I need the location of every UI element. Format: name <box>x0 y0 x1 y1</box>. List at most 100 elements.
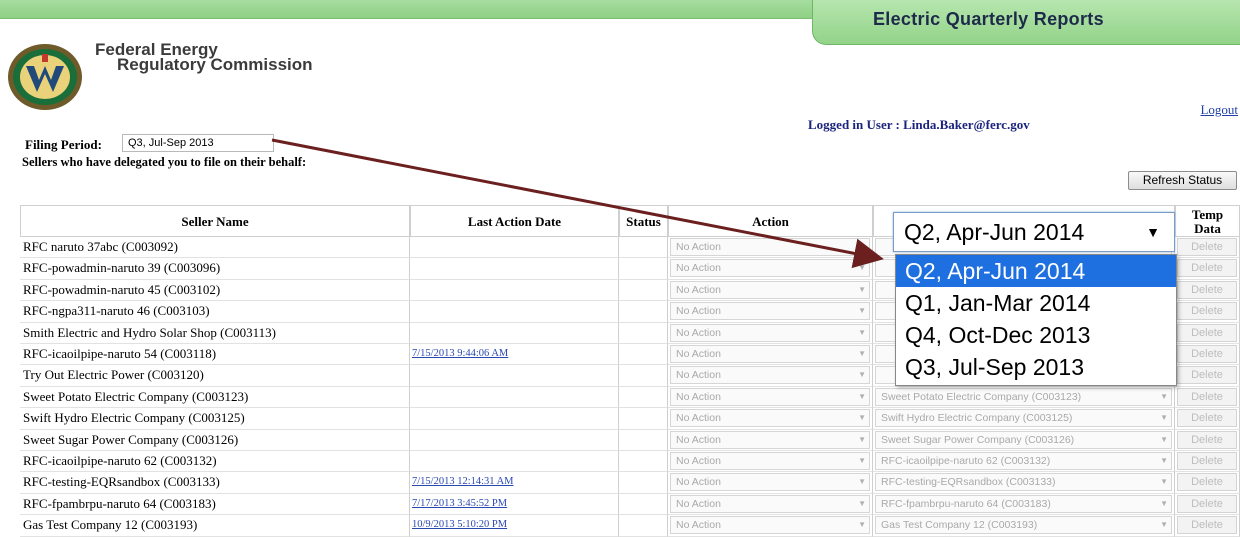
delete-cell: Delete <box>1175 237 1240 259</box>
seller-select[interactable]: Sweet Sugar Power Company (C003126) ▼ <box>875 430 1172 449</box>
period-option[interactable]: Q1, Jan-Mar 2014 <box>896 287 1176 319</box>
seller-select-value: RFC-icaoilpipe-naruto 62 (C003132) <box>881 455 1051 467</box>
chevron-down-icon: ▼ <box>1160 520 1168 530</box>
action-select[interactable]: No Action ▼ <box>670 409 870 428</box>
chevron-down-icon: ▼ <box>1160 391 1168 401</box>
col-header-data: Data <box>1194 221 1221 236</box>
app-title: Electric Quarterly Reports <box>873 9 1104 29</box>
action-select-value: No Action <box>676 497 721 510</box>
refresh-status-button[interactable]: Refresh Status <box>1128 171 1237 190</box>
seller-select[interactable]: Sweet Potato Electric Company (C003123) ▼ <box>875 387 1172 406</box>
last-action-date[interactable] <box>410 279 619 302</box>
seller-select-value: Sweet Sugar Power Company (C003126) <box>881 433 1075 446</box>
chevron-down-icon: ▼ <box>858 327 866 337</box>
seller-select-cell: RFC-testing-EQRsandbox (C003133) ▼ <box>873 472 1175 494</box>
last-action-date[interactable] <box>410 322 619 344</box>
action-select[interactable]: No Action ▼ <box>670 516 870 535</box>
delete-button[interactable]: Delete <box>1177 516 1237 535</box>
delete-button[interactable]: Delete <box>1177 323 1237 342</box>
action-select-value: No Action <box>676 519 721 532</box>
delete-button[interactable]: Delete <box>1177 430 1237 449</box>
status-cell <box>619 279 668 302</box>
seller-select[interactable]: RFC-fpambrpu-naruto 64 (C003183) ▼ <box>875 494 1172 513</box>
delete-button[interactable]: Delete <box>1177 280 1237 299</box>
last-action-date[interactable] <box>410 237 619 259</box>
seller-select[interactable]: RFC-testing-EQRsandbox (C003133) ▼ <box>875 473 1172 492</box>
delete-button[interactable]: Delete <box>1177 259 1237 278</box>
action-select[interactable]: No Action ▼ <box>670 259 870 278</box>
action-select[interactable]: No Action ▼ <box>670 430 870 449</box>
seller-select-cell: RFC-fpambrpu-naruto 64 (C003183) ▼ <box>873 493 1175 516</box>
seller-name: RFC-testing-EQRsandbox (C003133) <box>20 472 410 494</box>
delete-cell: Delete <box>1175 429 1240 451</box>
col-header-date: Last Action Date <box>410 205 619 237</box>
last-action-date[interactable] <box>410 365 619 387</box>
chevron-down-icon: ▼ <box>1160 477 1168 487</box>
delete-button[interactable]: Delete <box>1177 387 1237 406</box>
logout-link[interactable]: Logout <box>1200 102 1238 118</box>
table-row: Gas Test Company 12 (C003193) 10/9/2013 5… <box>20 515 1240 537</box>
seller-name: Sweet Sugar Power Company (C003126) <box>20 429 410 451</box>
logged-user-label: Logged in User : <box>808 117 900 132</box>
action-cell: No Action ▼ <box>668 258 873 280</box>
last-action-date[interactable] <box>410 408 619 430</box>
period-option[interactable]: Q2, Apr-Jun 2014 <box>896 255 1176 287</box>
header-bar <box>0 0 820 19</box>
last-action-date[interactable]: 7/15/2013 9:44:06 AM <box>410 344 619 366</box>
period-option[interactable]: Q4, Oct-Dec 2013 <box>896 319 1176 351</box>
period-dropdown[interactable]: Q2, Apr-Jun 2014 ▼ <box>893 212 1175 252</box>
delete-cell: Delete <box>1175 279 1240 302</box>
delete-button[interactable]: Delete <box>1177 302 1237 321</box>
seller-name: RFC-icaoilpipe-naruto 62 (C003132) <box>20 451 410 473</box>
last-action-date[interactable] <box>410 301 619 323</box>
action-select[interactable]: No Action ▼ <box>670 452 870 470</box>
delete-button[interactable]: Delete <box>1177 452 1237 470</box>
last-action-date[interactable] <box>410 451 619 473</box>
seller-name: RFC-powadmin-naruto 39 (C003096) <box>20 258 410 280</box>
action-select-value: No Action <box>676 262 721 275</box>
action-select[interactable]: No Action ▼ <box>670 238 870 256</box>
last-action-date[interactable] <box>410 258 619 280</box>
delete-button[interactable]: Delete <box>1177 345 1237 363</box>
action-select[interactable]: No Action ▼ <box>670 494 870 513</box>
action-select[interactable]: No Action ▼ <box>670 387 870 406</box>
filing-period-select[interactable]: Q3, Jul-Sep 2013 <box>122 134 274 152</box>
last-action-date[interactable]: 7/17/2013 3:45:52 PM <box>410 493 619 516</box>
action-select[interactable]: No Action ▼ <box>670 323 870 342</box>
seller-select-value: Sweet Potato Electric Company (C003123) <box>881 390 1082 403</box>
status-cell <box>619 301 668 323</box>
action-select[interactable]: No Action ▼ <box>670 366 870 385</box>
delete-cell: Delete <box>1175 258 1240 280</box>
action-select[interactable]: No Action ▼ <box>670 345 870 363</box>
seller-select-cell: Gas Test Company 12 (C003193) ▼ <box>873 515 1175 537</box>
period-option[interactable]: Q3, Jul-Sep 2013 <box>896 351 1176 383</box>
seller-select[interactable]: RFC-icaoilpipe-naruto 62 (C003132) ▼ <box>875 452 1172 470</box>
chevron-down-icon: ▼ <box>858 306 866 316</box>
delete-button[interactable]: Delete <box>1177 494 1237 513</box>
chevron-down-icon: ▼ <box>858 477 866 487</box>
seller-name: RFC-fpambrpu-naruto 64 (C003183) <box>20 493 410 516</box>
last-action-date[interactable]: 7/15/2013 12:14:31 AM <box>410 472 619 494</box>
action-select[interactable]: No Action ▼ <box>670 302 870 321</box>
seller-select[interactable]: Swift Hydro Electric Company (C003125) ▼ <box>875 409 1172 428</box>
action-select-value: No Action <box>676 476 721 489</box>
last-action-date[interactable] <box>410 386 619 409</box>
chevron-down-icon: ▼ <box>858 498 866 508</box>
action-select[interactable]: No Action ▼ <box>670 473 870 492</box>
seller-name: Sweet Potato Electric Company (C003123) <box>20 386 410 409</box>
last-action-date[interactable]: 10/9/2013 5:10:20 PM <box>410 515 619 537</box>
action-select[interactable]: No Action ▼ <box>670 280 870 299</box>
delete-button[interactable]: Delete <box>1177 238 1237 256</box>
seller-name: RFC naruto 37abc (C003092) <box>20 237 410 259</box>
delete-button[interactable]: Delete <box>1177 366 1237 385</box>
delete-cell: Delete <box>1175 386 1240 409</box>
seller-select[interactable]: Gas Test Company 12 (C003193) ▼ <box>875 516 1172 535</box>
action-cell: No Action ▼ <box>668 408 873 430</box>
delete-button[interactable]: Delete <box>1177 409 1237 428</box>
action-cell: No Action ▼ <box>668 386 873 409</box>
delete-button[interactable]: Delete <box>1177 473 1237 492</box>
last-action-date[interactable] <box>410 429 619 451</box>
action-cell: No Action ▼ <box>668 322 873 344</box>
chevron-down-icon: ▼ <box>1160 413 1168 423</box>
action-cell: No Action ▼ <box>668 344 873 366</box>
